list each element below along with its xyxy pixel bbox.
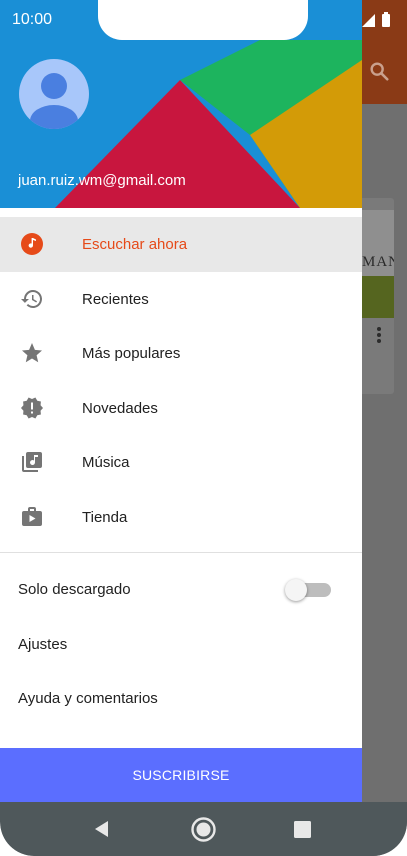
help-feedback-row[interactable]: Ayuda y comentarios	[0, 671, 362, 726]
help-feedback-label: Ayuda y comentarios	[18, 690, 158, 707]
download-only-row[interactable]: Solo descargado	[0, 562, 362, 617]
store-icon	[20, 505, 44, 529]
menu-item-music[interactable]: Música	[0, 435, 362, 490]
menu-item-store[interactable]: Tienda	[0, 490, 362, 545]
new-releases-icon	[20, 396, 44, 420]
drawer-menu: Escuchar ahora Recientes Más populares N…	[0, 217, 362, 544]
system-navigation-bar	[0, 802, 407, 856]
menu-item-recents[interactable]: Recientes	[0, 272, 362, 327]
download-only-toggle[interactable]	[285, 579, 331, 601]
back-icon[interactable]	[92, 819, 112, 839]
history-icon	[20, 287, 44, 311]
signal-icon	[362, 14, 375, 27]
menu-item-label: Tienda	[82, 508, 128, 526]
avatar[interactable]	[19, 59, 89, 129]
drawer-settings: Solo descargado Ajustes Ayuda y comentar…	[0, 562, 362, 726]
menu-item-listen-now[interactable]: Escuchar ahora	[0, 217, 362, 272]
navigation-drawer: juan.ruiz.wm@gmail.com Escuchar ahora Re…	[0, 0, 362, 802]
battery-icon	[382, 14, 390, 27]
status-bar: 10:00	[0, 0, 407, 40]
download-only-label: Solo descargado	[18, 581, 131, 598]
menu-item-label: Recientes	[82, 290, 149, 308]
subscribe-button[interactable]: SUSCRIBIRSE	[0, 748, 362, 802]
status-time: 10:00	[12, 11, 53, 28]
menu-item-new-releases[interactable]: Novedades	[0, 381, 362, 436]
album-cover-text: MAN	[362, 254, 394, 270]
menu-item-label: Música	[82, 454, 130, 471]
background-album-cover: MAN	[362, 210, 394, 318]
menu-item-top-charts[interactable]: Más populares	[0, 326, 362, 381]
background-app-scrim[interactable]	[362, 0, 407, 856]
camera-notch	[98, 0, 308, 40]
more-vert-icon[interactable]	[376, 326, 382, 344]
menu-item-label: Más populares	[82, 345, 181, 362]
divider	[0, 552, 362, 553]
status-icons	[362, 12, 402, 28]
search-icon[interactable]	[368, 60, 390, 82]
menu-item-label: Novedades	[82, 399, 158, 417]
music-library-icon	[20, 450, 44, 474]
screen: MAN juan.ruiz.wm@gmail.	[0, 0, 407, 856]
settings-row[interactable]: Ajustes	[0, 617, 362, 672]
toggle-thumb	[285, 579, 307, 601]
album-cover-strip	[362, 276, 394, 318]
star-icon	[20, 341, 44, 365]
subscribe-label: SUSCRIBIRSE	[132, 767, 230, 783]
settings-label: Ajustes	[18, 635, 68, 653]
menu-item-label: Escuchar ahora	[82, 236, 188, 253]
recent-apps-icon[interactable]	[293, 820, 312, 839]
home-icon[interactable]	[190, 816, 217, 843]
listen-now-icon	[20, 232, 44, 256]
account-email: juan.ruiz.wm@gmail.com	[18, 172, 186, 189]
